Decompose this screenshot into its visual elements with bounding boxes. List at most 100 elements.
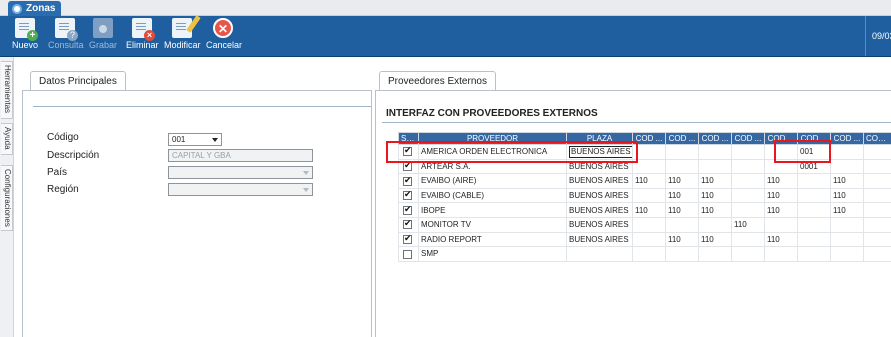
cod-cell[interactable]: 110 [764,173,798,189]
side-tab-herramientas[interactable]: Herramientas [1,61,13,119]
cod-cell[interactable]: 110 [698,231,732,248]
cod-cell[interactable] [863,144,891,160]
table-row[interactable]: EVAIBO (CABLE)BUENOS AIRES110110110110 [398,187,891,204]
cod-cell[interactable] [731,158,765,175]
pais-select[interactable] [168,166,313,179]
cod-cell[interactable]: 110 [764,202,798,218]
cod-cell[interactable] [665,144,699,160]
column-header[interactable]: COD ... [665,132,699,145]
grabar-button[interactable]: Grabar [88,18,118,56]
column-header[interactable]: COD I... [863,132,891,145]
sel-checkbox[interactable] [403,249,412,259]
cod-cell[interactable]: 110 [632,173,666,189]
sel-checkbox[interactable] [403,218,412,230]
sel-checkbox[interactable] [403,189,412,201]
sel-checkbox[interactable] [403,204,412,215]
tab-zonas[interactable]: Zonas [8,1,62,16]
cod-cell[interactable]: 110 [665,202,699,218]
cod-cell[interactable] [764,216,798,233]
cod-cell[interactable]: 110 [764,231,798,248]
cod-cell[interactable] [797,173,831,189]
table-row[interactable]: IBOPEBUENOS AIRES110110110110110 [398,202,891,218]
table-row[interactable]: EVAIBO (AIRE)BUENOS AIRES110110110110110 [398,173,891,189]
cod-cell[interactable] [863,216,891,233]
cod-cell[interactable] [830,144,864,160]
table-row[interactable]: SMP [398,246,891,262]
cod-cell[interactable]: 110 [698,173,732,189]
codigo-select[interactable]: 001 [168,133,222,146]
cod-cell[interactable] [830,158,864,175]
sel-checkbox[interactable] [403,233,412,245]
cod-cell[interactable]: 110 [830,187,864,204]
consulta-label: Consulta [48,40,84,50]
cod-cell[interactable] [731,231,765,248]
cod-cell[interactable] [830,231,864,248]
cod-cell[interactable] [797,202,831,218]
cod-cell[interactable] [731,173,765,189]
cod-cell[interactable] [863,173,891,189]
cod-cell[interactable] [863,187,891,204]
cod-cell[interactable] [632,231,666,248]
descripcion-field[interactable]: CAPITAL Y GBA [168,149,313,162]
cod-cell[interactable] [632,246,666,262]
cod-cell[interactable] [731,144,765,160]
cod-cell[interactable] [764,246,798,262]
cod-cell[interactable] [797,231,831,248]
cod-cell[interactable] [830,216,864,233]
cod-cell[interactable] [797,216,831,233]
cod-cell[interactable]: 110 [698,187,732,204]
cod-cell[interactable] [698,216,732,233]
cod-cell[interactable]: 110 [731,216,765,233]
side-tab-ayuda[interactable]: Ayuda [1,123,13,155]
sel-cell[interactable] [398,246,419,262]
sel-cell[interactable] [398,231,419,248]
cod-cell[interactable] [797,246,831,262]
cod-cell[interactable] [863,246,891,262]
region-select[interactable] [168,183,313,196]
cod-cell[interactable]: 110 [665,231,699,248]
sel-checkbox[interactable] [403,160,412,172]
sel-cell[interactable] [398,187,419,204]
modificar-button[interactable]: Modificar [164,15,201,56]
tab-datos-principales[interactable]: Datos Principales [30,71,126,91]
column-header[interactable]: COD ... [830,132,864,145]
consulta-button[interactable]: ? Consulta [48,18,84,56]
cod-cell[interactable]: 110 [830,202,864,218]
eliminar-button[interactable]: × Eliminar [126,18,159,56]
cod-cell[interactable] [731,246,765,262]
cod-cell[interactable]: 110 [632,202,666,218]
cod-cell[interactable] [863,158,891,175]
cod-cell[interactable]: 110 [764,187,798,204]
cod-cell[interactable] [632,187,666,204]
cod-cell[interactable] [698,158,732,175]
cod-cell[interactable] [863,231,891,248]
plaza-cell: BUENOS AIRES [566,187,633,204]
tab-proveedores-externos[interactable]: Proveedores Externos [379,71,496,91]
cod-cell[interactable] [665,158,699,175]
nuevo-button[interactable]: + Nuevo [10,18,40,56]
cod-cell[interactable]: 110 [830,173,864,189]
cod-cell[interactable] [830,246,864,262]
column-header[interactable]: COD ... [731,132,765,145]
cod-cell[interactable] [632,216,666,233]
sel-cell[interactable] [398,202,419,218]
cod-cell[interactable] [698,144,732,160]
cod-cell[interactable] [731,187,765,204]
table-row[interactable]: RADIO REPORTBUENOS AIRES110110110 [398,231,891,248]
column-header[interactable]: COD ... [698,132,732,145]
cod-cell[interactable] [797,187,831,204]
table-row[interactable]: MONITOR TVBUENOS AIRES 110 [398,216,891,233]
cancelar-button[interactable]: ✕ Cancelar [206,18,242,56]
cod-cell[interactable] [698,246,732,262]
cod-cell[interactable] [665,216,699,233]
sel-checkbox[interactable] [403,175,412,186]
cod-cell[interactable] [665,246,699,262]
cod-cell[interactable] [731,202,765,218]
side-tab-configuraciones[interactable]: Configuraciones [1,165,13,231]
cod-cell[interactable]: 110 [698,202,732,218]
sel-cell[interactable] [398,216,419,233]
sel-cell[interactable] [398,173,419,189]
cod-cell[interactable] [863,202,891,218]
cod-cell[interactable]: 110 [665,173,699,189]
cod-cell[interactable]: 110 [665,187,699,204]
